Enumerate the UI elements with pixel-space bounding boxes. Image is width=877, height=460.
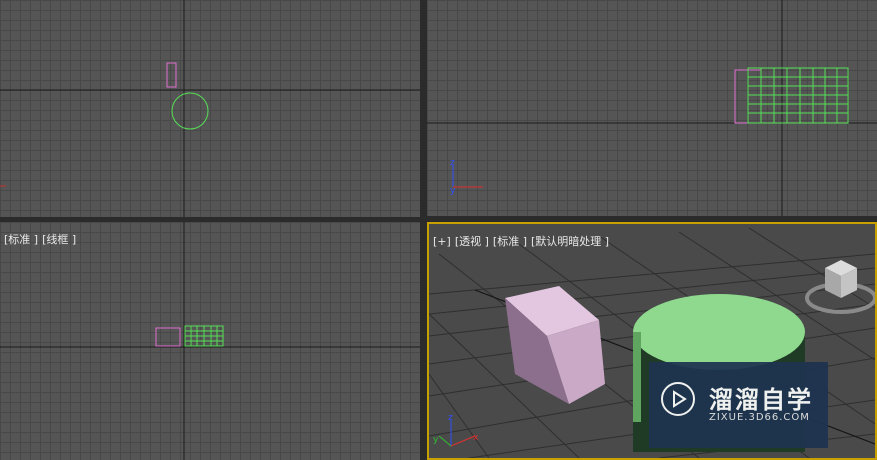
- shading-menu[interactable]: [标准 ]: [4, 233, 38, 246]
- cylinder-wireframe-top: [171, 92, 209, 130]
- axis-z-label: z: [450, 158, 455, 168]
- viewport-left-label[interactable]: [标准 ] [线框 ]: [4, 231, 80, 247]
- box-wireframe-left: [155, 327, 181, 347]
- viewport-menu-plus[interactable]: [+]: [433, 235, 451, 248]
- play-circle-icon: [661, 382, 695, 416]
- cylinder-wireframe-front: [747, 67, 849, 124]
- viewport-left-scene: [0, 222, 420, 460]
- watermark-title: 溜溜自学: [709, 386, 813, 414]
- display-mode-menu[interactable]: [默认明暗处理 ]: [531, 235, 609, 248]
- viewport-top-scene: [0, 0, 420, 217]
- box-wireframe-top: [166, 62, 177, 88]
- viewport-left[interactable]: [标准 ] [线框 ]: [0, 222, 420, 460]
- axis-y-label: y: [433, 435, 439, 445]
- view-type-menu[interactable]: [透视 ]: [455, 235, 489, 248]
- box-shaded: [505, 286, 605, 404]
- display-mode-menu[interactable]: [线框 ]: [42, 233, 76, 246]
- viewport-front-scene: z y: [427, 0, 877, 216]
- axis-y-label: y: [450, 186, 456, 196]
- axis-tripod-front: z y: [450, 158, 483, 196]
- axis-x-label: x: [473, 433, 479, 443]
- viewport-front[interactable]: z y: [427, 0, 877, 216]
- shading-menu[interactable]: [标准 ]: [493, 235, 527, 248]
- viewport-perspective-label[interactable]: [+] [透视 ] [标准 ] [默认明暗处理 ]: [433, 233, 613, 249]
- watermark-subtitle: ZIXUE.3D66.COM: [709, 412, 810, 423]
- viewcube-icon: [805, 260, 875, 314]
- watermark-logo: 溜溜自学 ZIXUE.3D66.COM: [649, 362, 828, 448]
- viewport-top[interactable]: [0, 0, 420, 217]
- axis-z-label: z: [448, 413, 453, 423]
- cylinder-wireframe-left: [184, 325, 224, 347]
- axis-tripod-perspective: z y x: [433, 413, 479, 447]
